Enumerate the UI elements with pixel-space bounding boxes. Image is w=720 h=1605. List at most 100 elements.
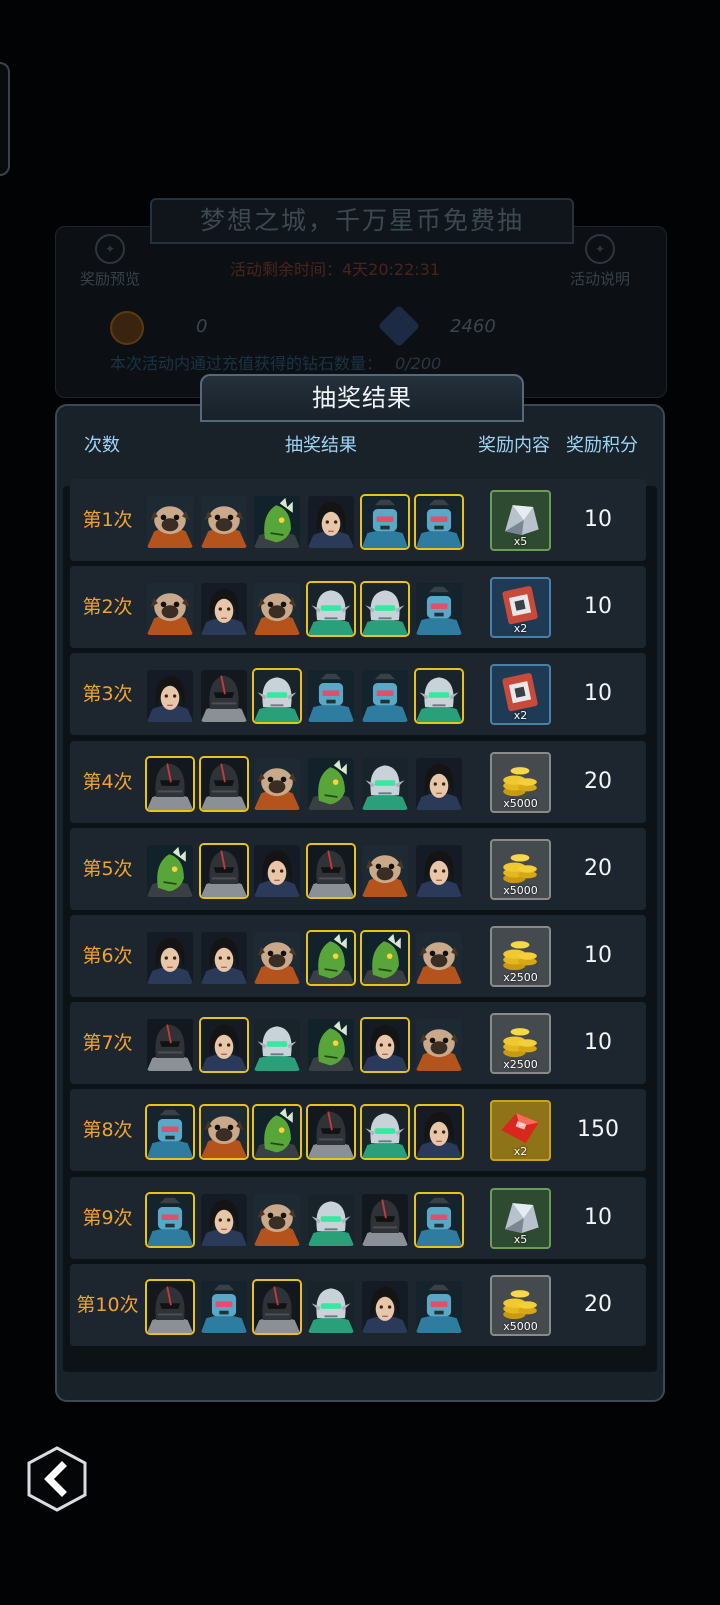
girl-portrait[interactable]	[145, 930, 195, 986]
result-row: 第3次 x2 10	[70, 653, 646, 735]
robot-portrait[interactable]	[199, 1279, 249, 1335]
lizard-portrait[interactable]	[252, 1104, 302, 1160]
reward-quantity: x2500	[503, 1058, 538, 1071]
row-count-label: 第3次	[82, 683, 133, 705]
result-row: 第4次 x5000 20	[70, 741, 646, 823]
knight-portrait[interactable]	[145, 756, 195, 812]
pug-portrait[interactable]	[252, 1192, 302, 1248]
knight-portrait[interactable]	[306, 843, 356, 899]
robot-portrait[interactable]	[414, 581, 464, 637]
elf-portrait[interactable]	[306, 1192, 356, 1248]
knight-portrait[interactable]	[199, 756, 249, 812]
back-button[interactable]	[24, 1446, 90, 1512]
reward-quantity: x2	[513, 709, 528, 722]
reward-points: 150	[577, 1117, 619, 1142]
row-count-label: 第6次	[82, 945, 133, 967]
elf-portrait[interactable]	[414, 668, 464, 724]
reward-preview-button[interactable]: ✦ 奖励预览	[70, 234, 150, 289]
girl-portrait[interactable]	[414, 843, 464, 899]
lizard-portrait[interactable]	[306, 1017, 356, 1073]
side-tab[interactable]	[0, 62, 10, 176]
girl-portrait[interactable]	[199, 1017, 249, 1073]
lizard-portrait[interactable]	[306, 930, 356, 986]
knight-portrait[interactable]	[199, 668, 249, 724]
row-count-label: 第5次	[82, 858, 133, 880]
reward-points: 20	[584, 1292, 612, 1317]
girl-portrait[interactable]	[199, 1192, 249, 1248]
reward-chip-icon[interactable]: x2	[490, 577, 551, 638]
row-count-label: 第4次	[82, 771, 133, 793]
reward-quantity: x2	[513, 622, 528, 635]
knight-portrait[interactable]	[199, 843, 249, 899]
pug-portrait[interactable]	[145, 581, 195, 637]
knight-portrait[interactable]	[145, 1017, 195, 1073]
robot-portrait[interactable]	[414, 1192, 464, 1248]
girl-portrait[interactable]	[145, 668, 195, 724]
reward-coins-icon[interactable]: x2500	[490, 1013, 551, 1074]
lizard-portrait[interactable]	[252, 494, 302, 550]
elf-portrait[interactable]	[252, 1017, 302, 1073]
reward-coins-icon[interactable]: x5000	[490, 839, 551, 900]
girl-portrait[interactable]	[360, 1017, 410, 1073]
robot-portrait[interactable]	[414, 1279, 464, 1335]
robot-portrait[interactable]	[145, 1104, 195, 1160]
header-count: 次数	[84, 435, 120, 456]
event-title: 梦想之城，千万星币免费抽	[150, 198, 574, 244]
girl-portrait[interactable]	[360, 1279, 410, 1335]
event-info-button[interactable]: ✦ 活动说明	[560, 234, 640, 289]
reward-chip-icon[interactable]: x2	[490, 664, 551, 725]
reward-points: 20	[584, 856, 612, 881]
pug-portrait[interactable]	[199, 494, 249, 550]
pug-portrait[interactable]	[414, 1017, 464, 1073]
event-info-icon: ✦	[585, 234, 615, 264]
pug-portrait[interactable]	[145, 494, 195, 550]
reward-points: 10	[584, 943, 612, 968]
reward-crystal-icon[interactable]: x5	[490, 490, 551, 551]
elf-portrait[interactable]	[252, 668, 302, 724]
robot-portrait[interactable]	[145, 1192, 195, 1248]
lizard-portrait[interactable]	[360, 930, 410, 986]
elf-portrait[interactable]	[360, 581, 410, 637]
lizard-portrait[interactable]	[145, 843, 195, 899]
dialog-title: 抽奖结果	[200, 374, 524, 422]
robot-portrait[interactable]	[360, 494, 410, 550]
reward-quantity: x5000	[503, 797, 538, 810]
pug-portrait[interactable]	[252, 756, 302, 812]
recharge-note: 本次活动内通过充值获得的钻石数量： 0/200	[110, 350, 441, 374]
coin-value: 0	[196, 316, 208, 337]
reward-points: 10	[584, 507, 612, 532]
pug-portrait[interactable]	[360, 843, 410, 899]
knight-portrait[interactable]	[145, 1279, 195, 1335]
reward-coins-icon[interactable]: x5000	[490, 1275, 551, 1336]
girl-portrait[interactable]	[414, 1104, 464, 1160]
girl-portrait[interactable]	[199, 930, 249, 986]
pug-portrait[interactable]	[199, 1104, 249, 1160]
reward-coins-icon[interactable]: x5000	[490, 752, 551, 813]
lizard-portrait[interactable]	[306, 756, 356, 812]
hex-coin-icon	[110, 311, 144, 345]
reward-crystal-icon[interactable]: x5	[490, 1188, 551, 1249]
elf-portrait[interactable]	[360, 756, 410, 812]
robot-portrait[interactable]	[360, 668, 410, 724]
pug-portrait[interactable]	[414, 930, 464, 986]
robot-portrait[interactable]	[414, 494, 464, 550]
girl-portrait[interactable]	[199, 581, 249, 637]
knight-portrait[interactable]	[360, 1192, 410, 1248]
knight-portrait[interactable]	[252, 1279, 302, 1335]
girl-portrait[interactable]	[414, 756, 464, 812]
girl-portrait[interactable]	[252, 843, 302, 899]
result-row: 第8次 x2 150	[70, 1089, 646, 1171]
result-row: 第5次 x5000 20	[70, 828, 646, 910]
reward-quantity: x5000	[503, 1320, 538, 1333]
elf-portrait[interactable]	[306, 1279, 356, 1335]
elf-portrait[interactable]	[306, 581, 356, 637]
row-count-label: 第1次	[82, 509, 133, 531]
reward-gem-icon[interactable]: x2	[490, 1100, 551, 1161]
pug-portrait[interactable]	[252, 581, 302, 637]
elf-portrait[interactable]	[360, 1104, 410, 1160]
pug-portrait[interactable]	[252, 930, 302, 986]
reward-coins-icon[interactable]: x2500	[490, 926, 551, 987]
girl-portrait[interactable]	[306, 494, 356, 550]
knight-portrait[interactable]	[306, 1104, 356, 1160]
robot-portrait[interactable]	[306, 668, 356, 724]
